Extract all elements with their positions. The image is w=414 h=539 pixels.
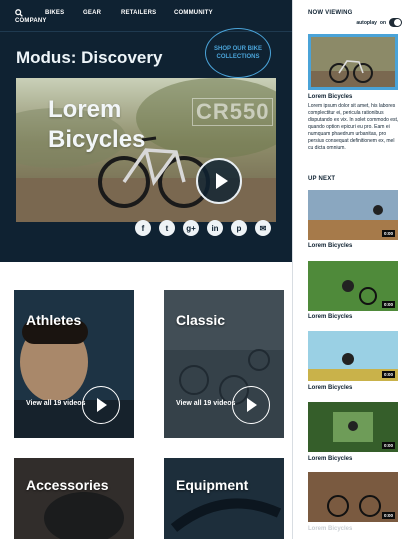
play-button[interactable]	[82, 386, 120, 424]
hero-video[interactable]: Lorem Bicycles CR550	[16, 78, 276, 222]
up-next-heading: UP NEXT	[308, 176, 336, 182]
hero-video-title: Lorem Bicycles	[48, 95, 145, 155]
shop-collections-button[interactable]: SHOP OUR BIKE COLLECTIONS	[205, 28, 271, 78]
pinterest-icon[interactable]: p	[231, 220, 247, 236]
up-next-title: Lorem Bicycles	[308, 243, 353, 249]
accessories-card-image	[14, 458, 134, 539]
category-title-classic: Classic	[176, 312, 226, 328]
view-all-videos-link[interactable]: View all 19 videos	[26, 400, 85, 407]
now-viewing-image	[311, 37, 395, 87]
nav-item-bikes[interactable]: BIKES	[45, 10, 64, 16]
video-duration: 0:00	[381, 301, 395, 308]
up-next-title: Lorem Bicycles	[308, 526, 353, 532]
category-title-athletes: Athletes	[26, 312, 82, 328]
now-viewing-title: Lorem Bicycles	[308, 94, 353, 100]
autoplay-state: on	[379, 19, 386, 26]
view-all-videos-link[interactable]: View all 19 videos	[176, 400, 235, 407]
hero-video-title-line2: Bicycles	[48, 126, 146, 153]
video-duration: 0:00	[381, 371, 395, 378]
category-title-accessories: Accessories	[26, 477, 109, 493]
video-duration: 0:00	[381, 230, 395, 237]
up-next-title: Lorem Bicycles	[308, 314, 353, 320]
nav-item-company[interactable]: COMPANY	[15, 18, 47, 24]
linkedin-icon[interactable]: in	[207, 220, 223, 236]
hero-video-title-line1: Lorem	[48, 96, 122, 123]
twitter-icon[interactable]: t	[159, 220, 175, 236]
google-plus-icon[interactable]: g+	[183, 220, 199, 236]
hero-play-button[interactable]	[196, 158, 242, 204]
page-title: Modus: Discovery	[16, 48, 163, 67]
social-share-bar: f t g+ in p ✉	[135, 220, 271, 236]
nav-item-gear[interactable]: GEAR	[83, 10, 101, 16]
video-sidebar: NOW VIEWING autoplay on Lorem Bicycles L…	[292, 0, 414, 539]
video-duration: 0:00	[381, 512, 395, 519]
now-viewing-heading: NOW VIEWING	[308, 10, 353, 16]
video-duration: 0:00	[381, 442, 395, 449]
autoplay-toggle[interactable]	[389, 18, 402, 27]
up-next-thumbnail[interactable]: 0:00	[308, 472, 398, 522]
category-title-equipment: Equipment	[176, 477, 249, 493]
autoplay-control: autoplay on	[356, 18, 402, 27]
category-card-equipment[interactable]: Equipment	[164, 458, 284, 539]
top-nav: BIKES GEAR RETAILERS COMMUNITY COMPANY	[0, 0, 292, 32]
equipment-card-image	[164, 458, 284, 539]
up-next-thumbnail[interactable]: 0:00	[308, 261, 398, 311]
play-button[interactable]	[232, 386, 270, 424]
nav-item-community[interactable]: COMMUNITY	[174, 10, 213, 16]
category-card-accessories[interactable]: Accessories	[14, 458, 134, 539]
up-next-title: Lorem Bicycles	[308, 456, 353, 462]
up-next-thumbnail[interactable]: 0:00	[308, 402, 398, 452]
autoplay-label: autoplay	[356, 19, 377, 26]
up-next-title: Lorem Bicycles	[308, 385, 353, 391]
category-card-athletes[interactable]: Athletes View all 19 videos	[14, 290, 134, 438]
nav-item-retailers[interactable]: RETAILERS	[121, 10, 156, 16]
up-next-thumbnail[interactable]: 0:00	[308, 331, 398, 381]
facebook-icon[interactable]: f	[135, 220, 151, 236]
email-icon[interactable]: ✉	[255, 220, 271, 236]
hero-video-brand: CR550	[192, 98, 274, 126]
page: BIKES GEAR RETAILERS COMMUNITY COMPANY M…	[0, 0, 414, 539]
now-viewing-thumbnail[interactable]	[308, 34, 398, 90]
up-next-thumbnail[interactable]: 0:00	[308, 190, 398, 240]
category-card-classic[interactable]: Classic View all 19 videos	[164, 290, 284, 438]
now-viewing-description: Lorem ipsum dolor sit amet, his labores …	[308, 103, 399, 151]
hero-section: BIKES GEAR RETAILERS COMMUNITY COMPANY M…	[0, 0, 292, 262]
search-icon[interactable]	[15, 9, 23, 17]
